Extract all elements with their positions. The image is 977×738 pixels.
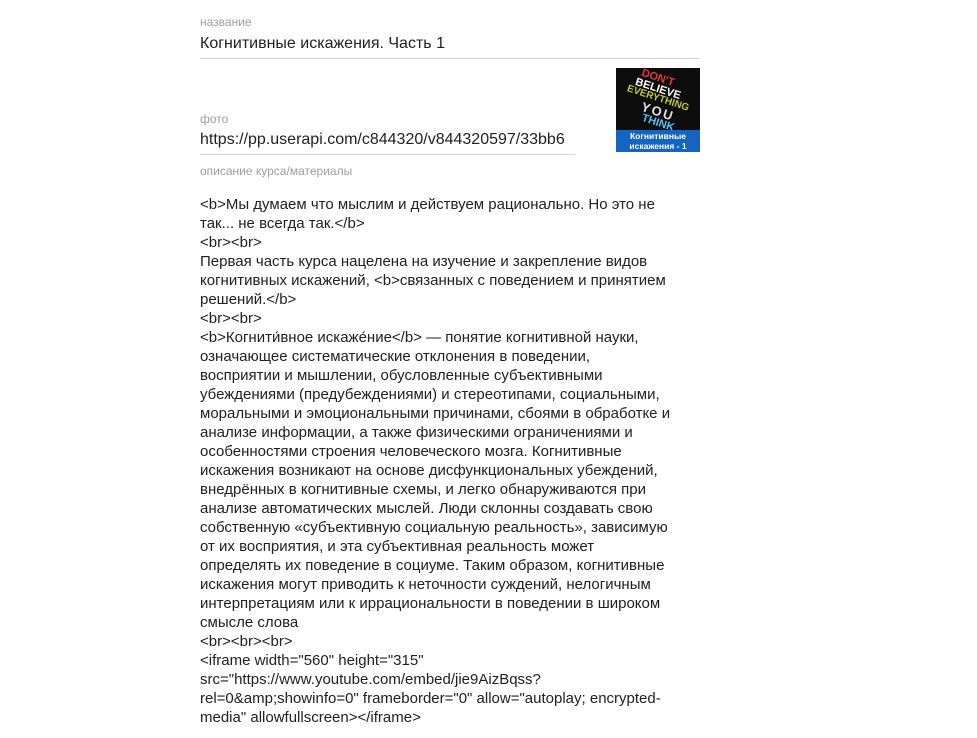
description-line: внедрённых в когнитивные схемы, и легко …: [200, 481, 647, 498]
description-line: искажения возникают на основе дисфункцио…: [200, 462, 658, 479]
description-line: <iframe width="560" height="315": [200, 652, 424, 669]
description-line: решений.</b>: [200, 291, 297, 308]
description-line: <b>Мы думаем что мыслим и действуем раци…: [200, 196, 655, 213]
description-label: описание курса/материалы: [200, 164, 353, 178]
photo-url-input[interactable]: [200, 125, 575, 155]
description-line: собственную «субъективную социальную реа…: [200, 519, 668, 536]
description-line: когнитивных искажений, <b>связанных с по…: [200, 272, 666, 289]
description-line: <br><br>: [200, 234, 262, 251]
title-label: название: [200, 15, 252, 29]
photo-thumbnail[interactable]: DON'T BELIEVE EVERYTHING YOU THINK Когни…: [616, 68, 700, 152]
description-line: моральными и эмоциональными причинами, с…: [200, 405, 671, 422]
description-line: <b>Когнити́вное искаже́ние</b> — понятие…: [200, 329, 639, 346]
description-line: восприятии и мышлении, обусловленные суб…: [200, 367, 603, 384]
description-line: <br><br><br>: [200, 633, 293, 650]
title-input[interactable]: [200, 30, 700, 59]
description-textarea[interactable]: <b>Мы думаем что мыслим и действуем раци…: [200, 195, 700, 727]
description-line: так... не всегда так.</b>: [200, 215, 365, 232]
description-line: убеждениями (предубеждениями) и стереоти…: [200, 386, 660, 403]
description-line: <br><br>: [200, 310, 262, 327]
description-line: src="https://www.youtube.com/embed/jie9A…: [200, 671, 541, 688]
description-line: особенностями строения человеческого моз…: [200, 443, 622, 460]
description-line: от их восприятия, и эта субъективная реа…: [200, 538, 595, 555]
thumb-caption: Когнитивные искажения - 1: [616, 130, 700, 152]
description-line: интерпретациям или к иррациональности в …: [200, 595, 661, 612]
description-line: означающее систематические отклонения в …: [200, 348, 591, 365]
description-line: определять их поведение в социуме. Таким…: [200, 557, 665, 574]
description-line: смысле слова: [200, 614, 299, 631]
description-line: Первая часть курса нацелена на изучение …: [200, 253, 648, 270]
description-line: анализе информации, а также физическими …: [200, 424, 633, 441]
description-line: rel=0&amp;showinfo=0" frameborder="0" al…: [200, 690, 661, 707]
photo-label: фото: [200, 112, 229, 126]
description-line: анализе автоматических мыслей. Люди скло…: [200, 500, 653, 517]
description-line: media" allowfullscreen></iframe>: [200, 709, 421, 726]
description-line: искажения могут приводить к неточности с…: [200, 576, 651, 593]
